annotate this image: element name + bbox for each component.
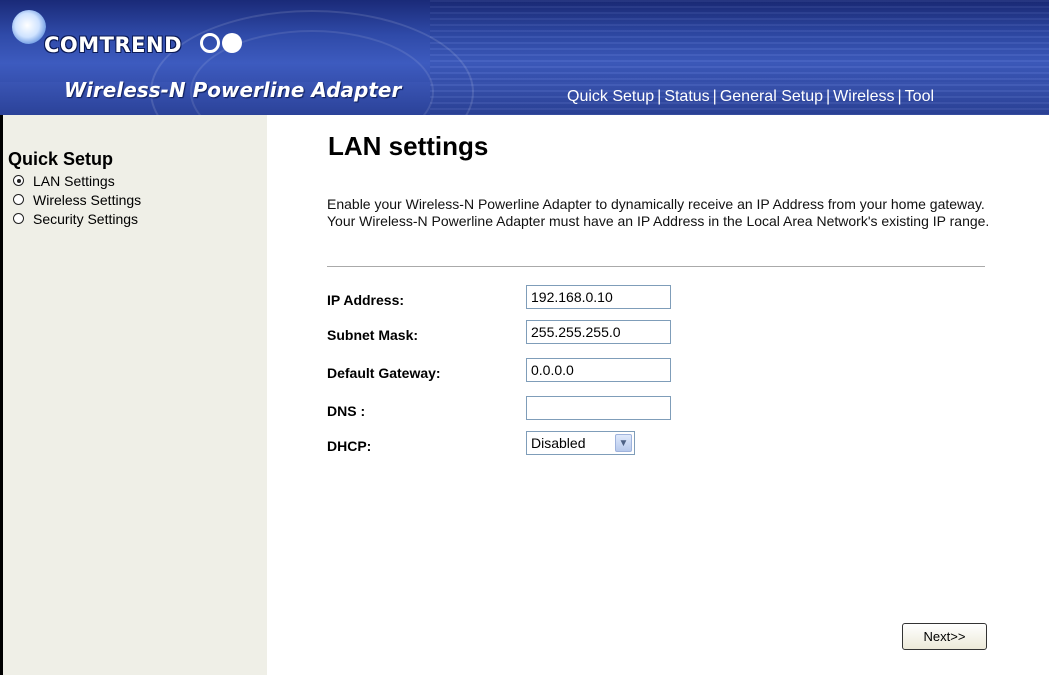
- section-divider: [327, 266, 985, 267]
- dhcp-selected-value: Disabled: [531, 435, 586, 451]
- ip-address-label: IP Address:: [327, 292, 405, 308]
- logo-circles-icon: [200, 33, 242, 53]
- radio-selected-icon[interactable]: [13, 175, 24, 186]
- main-content: LAN settings Enable your Wireless-N Powe…: [267, 115, 1049, 675]
- next-button[interactable]: Next>>: [902, 623, 987, 650]
- dhcp-row: DHCP: Disabled ▼: [327, 431, 987, 459]
- sidebar-item-security-settings[interactable]: Security Settings: [8, 209, 141, 228]
- default-gateway-input[interactable]: [526, 358, 671, 382]
- brand-name: COMTREND: [44, 33, 183, 57]
- dns-label: DNS :: [327, 403, 366, 419]
- product-title: Wireless-N Powerline Adapter: [64, 78, 402, 102]
- nav-quick-setup[interactable]: Quick Setup: [567, 88, 654, 105]
- comtrend-flower-logo-icon: [12, 10, 46, 44]
- nav-wireless[interactable]: Wireless: [833, 88, 894, 105]
- chevron-down-icon[interactable]: ▼: [615, 434, 632, 452]
- radio-unselected-icon[interactable]: [13, 213, 24, 224]
- subnet-mask-row: Subnet Mask:: [327, 320, 987, 348]
- dhcp-select[interactable]: Disabled ▼: [526, 431, 635, 455]
- sidebar-item-label: Wireless Settings: [33, 191, 142, 208]
- dhcp-label: DHCP:: [327, 438, 372, 454]
- top-nav: Quick Setup | Status | General Setup | Wireles…: [567, 88, 935, 105]
- nav-status[interactable]: Status: [664, 88, 709, 105]
- header-banner: COMTREND Wireless-N Powerline Adapter Qu…: [0, 0, 1049, 115]
- default-gateway-label: Default Gateway:: [327, 365, 441, 381]
- brand-logo: COMTREND: [6, 6, 336, 76]
- default-gateway-row: Default Gateway:: [327, 358, 987, 386]
- dns-input[interactable]: [526, 396, 671, 420]
- sidebar-item-lan-settings[interactable]: LAN Settings: [8, 171, 141, 190]
- sidebar-item-wireless-settings[interactable]: Wireless Settings: [8, 190, 141, 209]
- sidebar-item-label: Security Settings: [33, 210, 139, 227]
- page-description: Enable your Wireless-N Powerline Adapter…: [327, 196, 990, 229]
- sidebar-menu: LAN Settings Wireless Settings Security …: [8, 171, 141, 228]
- ip-address-row: IP Address:: [327, 285, 987, 313]
- sidebar-item-label: LAN Settings: [33, 172, 115, 189]
- nav-general-setup[interactable]: General Setup: [720, 88, 823, 105]
- subnet-mask-label: Subnet Mask:: [327, 327, 419, 343]
- page-title: LAN settings: [328, 131, 489, 161]
- dns-row: DNS :: [327, 396, 987, 424]
- sidebar-title: Quick Setup: [8, 149, 114, 169]
- sidebar: Quick Setup LAN Settings Wireless Settin…: [3, 115, 267, 675]
- subnet-mask-input[interactable]: [526, 320, 671, 344]
- nav-tool[interactable]: Tool: [905, 88, 934, 105]
- ip-address-input[interactable]: [526, 285, 671, 309]
- radio-unselected-icon[interactable]: [13, 194, 24, 205]
